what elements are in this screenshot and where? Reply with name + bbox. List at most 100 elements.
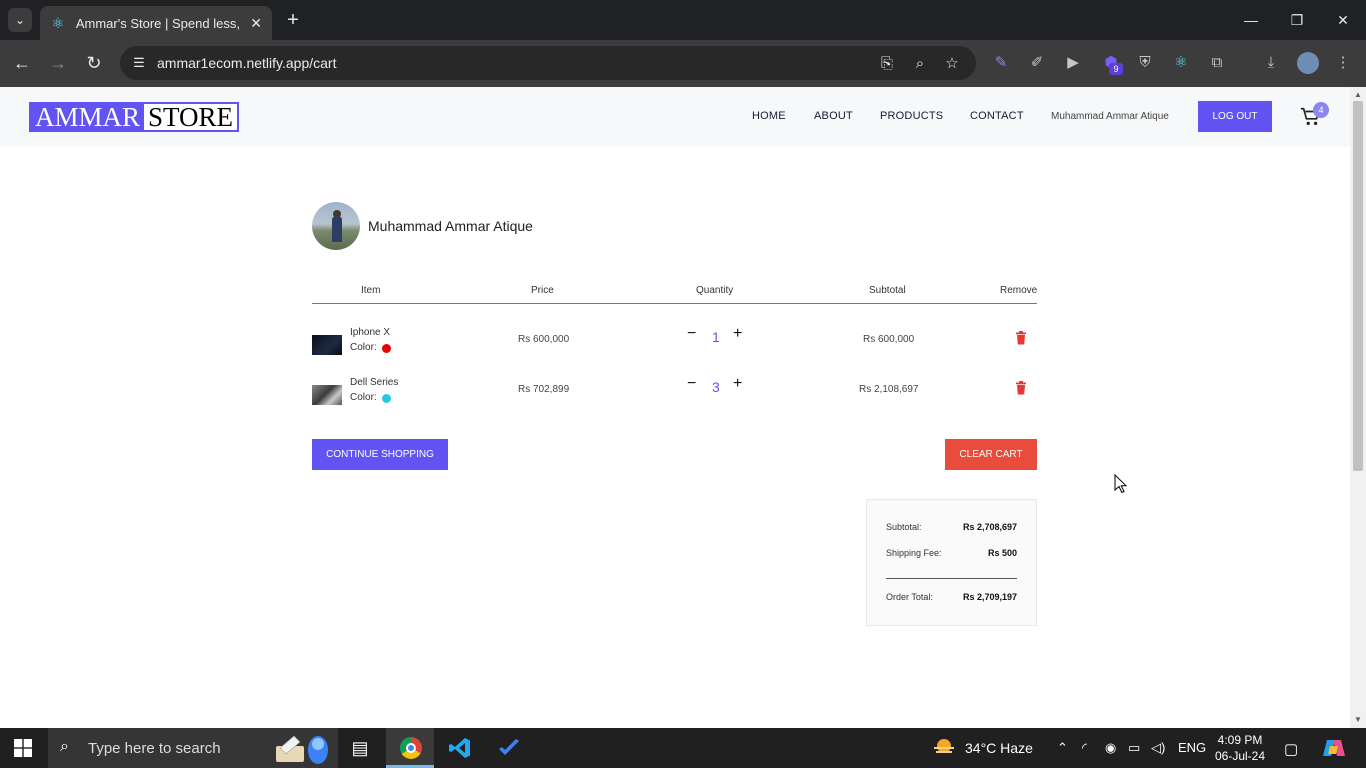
row-subtotal: Rs 2,108,697: [859, 384, 919, 395]
nav-about[interactable]: ABOUT: [814, 110, 853, 122]
minimize-button[interactable]: —: [1228, 8, 1274, 32]
decrease-quantity-button[interactable]: −: [687, 375, 696, 393]
totals-divider: [886, 578, 1017, 579]
restore-button[interactable]: ❐: [1274, 8, 1320, 32]
order-total-label: Order Total:: [886, 592, 933, 602]
column-header-item: Item: [361, 285, 381, 296]
language-indicator[interactable]: ENG: [1178, 740, 1206, 755]
logout-button[interactable]: LOG OUT: [1198, 101, 1272, 132]
bookmark-star-icon[interactable]: ☆: [942, 54, 962, 74]
forward-button[interactable]: →: [46, 51, 70, 75]
continue-shopping-button[interactable]: CONTINUE SHOPPING: [312, 439, 448, 470]
logo-part-store: STORE: [144, 104, 238, 131]
clear-cart-button[interactable]: CLEAR CART: [945, 439, 1037, 470]
subtotal-value: Rs 2,708,697: [962, 522, 1017, 532]
clock-date: 06-Jul-24: [1214, 749, 1266, 763]
store-logo[interactable]: AMMAR STORE: [29, 102, 240, 132]
row-subtotal: Rs 600,000: [863, 334, 915, 345]
network-icon[interactable]: ◜: [1082, 740, 1087, 756]
product-image[interactable]: [312, 335, 342, 355]
zoom-icon[interactable]: ⌕: [910, 54, 930, 74]
weather-text[interactable]: 34°C Haze: [965, 740, 1033, 756]
back-button[interactable]: ←: [10, 51, 34, 75]
task-view-icon[interactable]: ▤: [347, 736, 373, 760]
copilot-icon[interactable]: [1320, 736, 1346, 760]
notification-icon[interactable]: ▢: [1284, 740, 1298, 758]
tab-title: Ammar's Store | Spend less, Sm: [75, 15, 242, 31]
volume-icon[interactable]: ◁): [1151, 740, 1165, 756]
decrease-quantity-button[interactable]: −: [687, 325, 696, 343]
cart-row: Dell Series Color: Rs 702,899 − 3 + Rs 2…: [312, 375, 1037, 417]
downloads-icon[interactable]: ⤓: [1260, 52, 1282, 74]
trash-icon[interactable]: [1015, 331, 1027, 345]
column-header-price: Price: [531, 285, 554, 296]
product-price: Rs 600,000: [518, 334, 570, 345]
browser-toolbar: ← → ↻ ☰ ammar1ecom.netlify.app/cart ⎘ ⌕ …: [0, 40, 1366, 87]
cart-row: Iphone X Color: Rs 600,000 − 1 + Rs 600,…: [312, 325, 1037, 367]
product-name: Dell Series: [350, 377, 399, 388]
increase-quantity-button[interactable]: +: [733, 325, 742, 343]
eyedropper-extension-icon[interactable]: ✐: [1026, 52, 1048, 74]
search-icon: ⌕: [60, 738, 69, 755]
trash-icon[interactable]: [1015, 381, 1027, 395]
close-window-button[interactable]: ✕: [1320, 8, 1366, 32]
weather-haze-icon[interactable]: [932, 738, 956, 758]
header-username: Muhammad Ammar Atique: [1051, 111, 1169, 122]
install-app-icon[interactable]: ⎘: [877, 54, 897, 74]
color-label: Color:: [350, 342, 377, 353]
page-scrollbar[interactable]: ▲ ▼: [1350, 87, 1366, 728]
column-header-subtotal: Subtotal: [869, 285, 906, 296]
column-header-remove: Remove: [1000, 285, 1038, 296]
taskbar-search[interactable]: ⌕ Type here to search: [48, 728, 338, 768]
feather-extension-icon[interactable]: ✎: [990, 52, 1012, 74]
new-tab-button[interactable]: +: [282, 8, 304, 32]
shipping-label: Shipping Fee:: [886, 548, 942, 558]
profile-avatar[interactable]: [1297, 52, 1319, 74]
windows-start-icon[interactable]: [14, 739, 32, 757]
search-highlight-illustration: [276, 735, 328, 764]
camera-icon[interactable]: ◉: [1105, 740, 1116, 756]
nav-home[interactable]: HOME: [752, 110, 786, 122]
battery-icon[interactable]: ▭: [1128, 740, 1140, 756]
url-text[interactable]: ammar1ecom.netlify.app/cart: [157, 55, 336, 71]
scroll-up-icon[interactable]: ▲: [1354, 90, 1362, 99]
quantity-value: 3: [712, 379, 720, 395]
nav-contact[interactable]: CONTACT: [970, 110, 1024, 122]
browser-tab[interactable]: ⚛ Ammar's Store | Spend less, Sm ✕: [40, 6, 272, 40]
tab-close-icon[interactable]: ✕: [250, 15, 262, 32]
shield-extension-icon[interactable]: ⛨: [1134, 52, 1156, 74]
taskbar-clock[interactable]: 4:09 PM 06-Jul-24: [1212, 732, 1268, 764]
react-devtools-icon[interactable]: ⚛: [1170, 52, 1192, 74]
profile-name: Muhammad Ammar Atique: [368, 218, 533, 234]
scroll-down-icon[interactable]: ▼: [1354, 715, 1362, 724]
tab-search-button[interactable]: ⌄: [8, 8, 32, 32]
browser-tab-strip: ⌄ ⚛ Ammar's Store | Spend less, Sm ✕ + —…: [0, 0, 1366, 40]
chrome-menu-icon[interactable]: ⋮: [1332, 52, 1354, 74]
site-header: AMMAR STORE HOME ABOUT PRODUCTS CONTACT …: [0, 87, 1350, 147]
reload-button[interactable]: ↻: [82, 51, 106, 75]
windows-taskbar: ⌕ Type here to search ▤ 34°C Haze ⌃ ◜ ◉ …: [0, 728, 1366, 768]
react-favicon-icon: ⚛: [51, 15, 65, 31]
address-bar[interactable]: ☰ ammar1ecom.netlify.app/cart ⎘ ⌕ ☆: [120, 46, 976, 80]
header-divider: [312, 303, 1037, 304]
product-price: Rs 702,899: [518, 384, 570, 395]
video-extension-icon[interactable]: ▶: [1062, 52, 1084, 74]
taskbar-search-placeholder: Type here to search: [88, 740, 221, 757]
order-total-value: Rs 2,709,197: [962, 592, 1017, 602]
nav-products[interactable]: PRODUCTS: [880, 110, 943, 122]
cart-count-badge: 4: [1313, 102, 1329, 118]
show-hidden-icons-chevron-icon[interactable]: ⌃: [1057, 740, 1068, 756]
chrome-icon[interactable]: [400, 737, 422, 759]
color-swatch: [382, 344, 391, 353]
clock-time: 4:09 PM: [1217, 733, 1263, 747]
order-totals-box: Subtotal: Rs 2,708,697 Shipping Fee: Rs …: [866, 499, 1037, 626]
shipping-value: Rs 500: [987, 548, 1017, 558]
increase-quantity-button[interactable]: +: [733, 375, 742, 393]
todo-check-icon[interactable]: [496, 736, 522, 760]
vscode-icon[interactable]: [447, 736, 473, 760]
extensions-puzzle-icon[interactable]: ⧉: [1206, 52, 1228, 74]
product-image[interactable]: [312, 385, 342, 405]
site-info-icon[interactable]: ☰: [130, 54, 148, 72]
scrollbar-thumb[interactable]: [1353, 101, 1363, 471]
color-label: Color:: [350, 392, 377, 403]
